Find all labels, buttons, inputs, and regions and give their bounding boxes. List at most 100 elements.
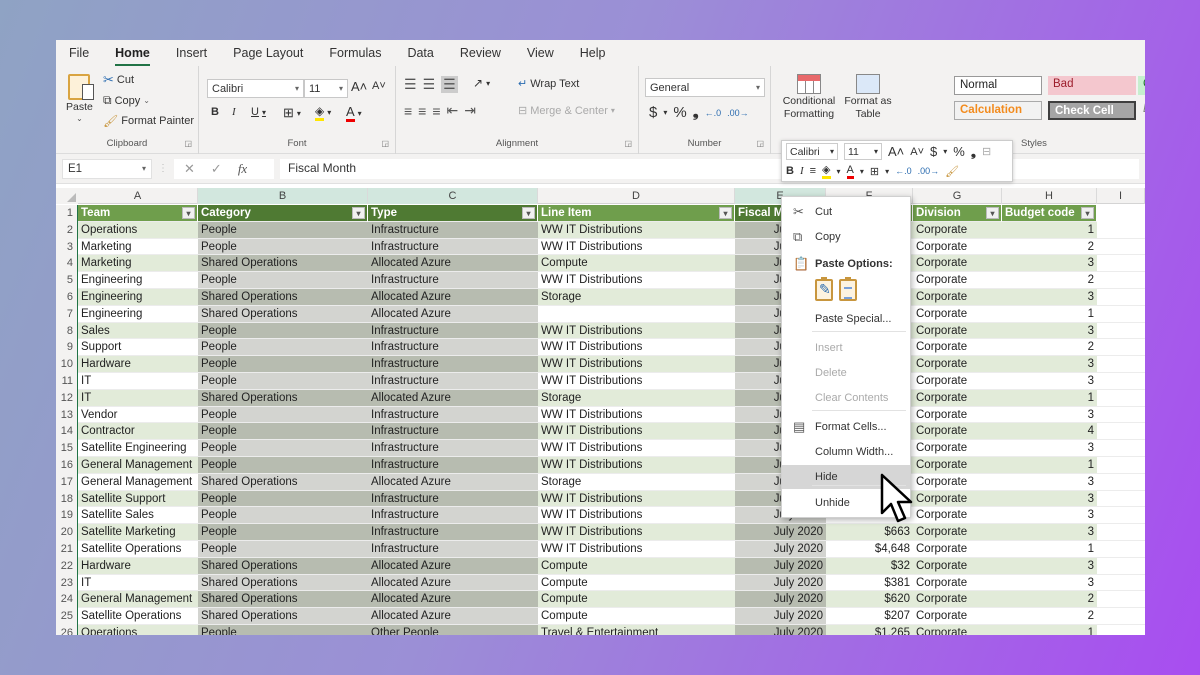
cell-div[interactable]: Corporate — [913, 323, 1002, 340]
dialog-launcher-icon[interactable]: ◲ — [381, 139, 389, 148]
italic-button[interactable]: I — [232, 106, 236, 118]
cell-item[interactable]: Compute — [538, 558, 735, 575]
row-header[interactable]: 6 — [56, 289, 78, 306]
cell-team[interactable]: Engineering — [78, 289, 198, 306]
cell-team[interactable]: Contractor — [78, 423, 198, 440]
filter-dropdown-icon[interactable]: ▾ — [1081, 207, 1094, 219]
row-header[interactable]: 3 — [56, 239, 78, 256]
cell-item[interactable]: WW IT Distributions — [538, 239, 735, 256]
font-size-select[interactable]: 11▾ — [304, 79, 348, 98]
cell-team[interactable]: Satellite Operations — [78, 541, 198, 558]
cell-div[interactable]: Corporate — [913, 625, 1002, 635]
chevron-down-icon[interactable]: ▾ — [885, 167, 889, 176]
select-all-button[interactable] — [56, 188, 78, 204]
cell-cat[interactable]: People — [198, 440, 368, 457]
menu-item-cut[interactable]: ✂Cut — [782, 200, 910, 224]
cell-team[interactable]: General Management — [78, 474, 198, 491]
cell-cat[interactable]: Shared Operations — [198, 255, 368, 272]
cell-code[interactable]: 3 — [1002, 255, 1097, 272]
cell-empty[interactable] — [1097, 323, 1145, 340]
cell-empty[interactable] — [1097, 507, 1145, 524]
cell-div[interactable]: Corporate — [913, 575, 1002, 592]
borders-icon[interactable]: ⊞ — [870, 165, 879, 178]
header-cell[interactable]: Type▾ — [368, 205, 538, 222]
format-as-table-button[interactable]: Format as Table — [843, 74, 893, 121]
cell-type[interactable]: Infrastructure — [368, 272, 538, 289]
row-header[interactable]: 22 — [56, 558, 78, 575]
fill-color-button[interactable]: ◈▾ — [315, 104, 331, 121]
cell-cat[interactable]: Shared Operations — [198, 558, 368, 575]
row-header[interactable]: 12 — [56, 390, 78, 407]
cell-code[interactable]: 2 — [1002, 608, 1097, 625]
cell-code[interactable]: 1 — [1002, 222, 1097, 239]
cell-team[interactable]: Vendor — [78, 407, 198, 424]
cell-cat[interactable]: People — [198, 272, 368, 289]
cell-cat[interactable]: People — [198, 239, 368, 256]
cell-item[interactable]: WW IT Distributions — [538, 339, 735, 356]
underline-button[interactable]: U▾ — [251, 106, 266, 118]
cell-code[interactable]: 1 — [1002, 390, 1097, 407]
style-check-cell[interactable]: Check Cell — [1048, 101, 1136, 120]
decrease-decimal-icon[interactable]: .00→ — [727, 108, 749, 118]
cell-item[interactable]: WW IT Distributions — [538, 507, 735, 524]
cell-div[interactable]: Corporate — [913, 255, 1002, 272]
chevron-down-icon[interactable]: ▾ — [943, 147, 947, 156]
fill-bucket-icon[interactable]: ◈ — [822, 163, 830, 179]
tab-formulas[interactable]: Formulas — [329, 42, 381, 64]
cell-empty[interactable] — [1097, 339, 1145, 356]
cell-empty[interactable] — [1097, 591, 1145, 608]
bold-button[interactable]: B — [211, 106, 219, 118]
wrap-text-button[interactable]: ↵Wrap Text — [518, 77, 579, 90]
row-header[interactable]: 5 — [56, 272, 78, 289]
increase-decimal-icon[interactable]: ←.0 — [895, 166, 912, 176]
row-header[interactable]: 8 — [56, 323, 78, 340]
align-center-icon[interactable]: ≡ — [418, 103, 426, 119]
cell-empty[interactable] — [1097, 423, 1145, 440]
dialog-launcher-icon[interactable]: ◲ — [184, 139, 192, 148]
cell-code[interactable]: 2 — [1002, 339, 1097, 356]
insert-function-icon[interactable]: fx — [238, 161, 247, 177]
borders-button[interactable]: ⊞▾ — [283, 105, 301, 121]
cell-div[interactable]: Corporate — [913, 222, 1002, 239]
cell-month[interactable]: July 2020 — [735, 541, 826, 558]
cell-amt[interactable]: $32 — [826, 558, 913, 575]
cell-team[interactable]: Engineering — [78, 306, 198, 323]
cell-div[interactable]: Corporate — [913, 390, 1002, 407]
cell-amt[interactable]: $207 — [826, 608, 913, 625]
cell-cat[interactable]: Shared Operations — [198, 608, 368, 625]
cell-empty[interactable] — [1097, 272, 1145, 289]
cell-div[interactable]: Corporate — [913, 373, 1002, 390]
cell-type[interactable]: Infrastructure — [368, 323, 538, 340]
style-explanator[interactable]: Explanator — [1138, 101, 1145, 120]
chevron-down-icon[interactable]: ▾ — [142, 164, 146, 173]
cell-team[interactable]: Satellite Sales — [78, 507, 198, 524]
menu-item-format-cells[interactable]: ▤Format Cells... — [782, 415, 910, 439]
cell-team[interactable]: Sales — [78, 323, 198, 340]
tab-help[interactable]: Help — [580, 42, 606, 64]
cell-team[interactable]: Satellite Marketing — [78, 524, 198, 541]
filter-dropdown-icon[interactable]: ▾ — [522, 207, 535, 219]
cell-div[interactable]: Corporate — [913, 306, 1002, 323]
row-header[interactable]: 13 — [56, 407, 78, 424]
cell-month[interactable]: July 2020 — [735, 591, 826, 608]
header-cell[interactable]: Budget code▾ — [1002, 205, 1097, 222]
cell-div[interactable]: Corporate — [913, 423, 1002, 440]
filter-dropdown-icon[interactable]: ▾ — [986, 207, 999, 219]
cell-cat[interactable]: People — [198, 457, 368, 474]
column-header-c[interactable]: C — [368, 188, 538, 204]
cell-cat[interactable]: Shared Operations — [198, 289, 368, 306]
cell-type[interactable]: Allocated Azure — [368, 390, 538, 407]
cut-button[interactable]: ✂Cut — [103, 72, 134, 88]
menu-item-paste-special[interactable]: Paste Special... — [782, 307, 910, 331]
cell-team[interactable]: Marketing — [78, 255, 198, 272]
cell-item[interactable]: Compute — [538, 255, 735, 272]
cell-div[interactable]: Corporate — [913, 272, 1002, 289]
format-painter-button[interactable]: 🖌Format Painter — [103, 114, 194, 128]
mini-font-select[interactable]: Calibri▾ — [786, 143, 838, 160]
filter-dropdown-icon[interactable]: ▾ — [352, 207, 365, 219]
percent-button[interactable]: % — [673, 104, 686, 121]
cell-code[interactable]: 2 — [1002, 239, 1097, 256]
cell-type[interactable]: Infrastructure — [368, 457, 538, 474]
cell-cat[interactable]: People — [198, 423, 368, 440]
cell-item[interactable]: WW IT Distributions — [538, 373, 735, 390]
